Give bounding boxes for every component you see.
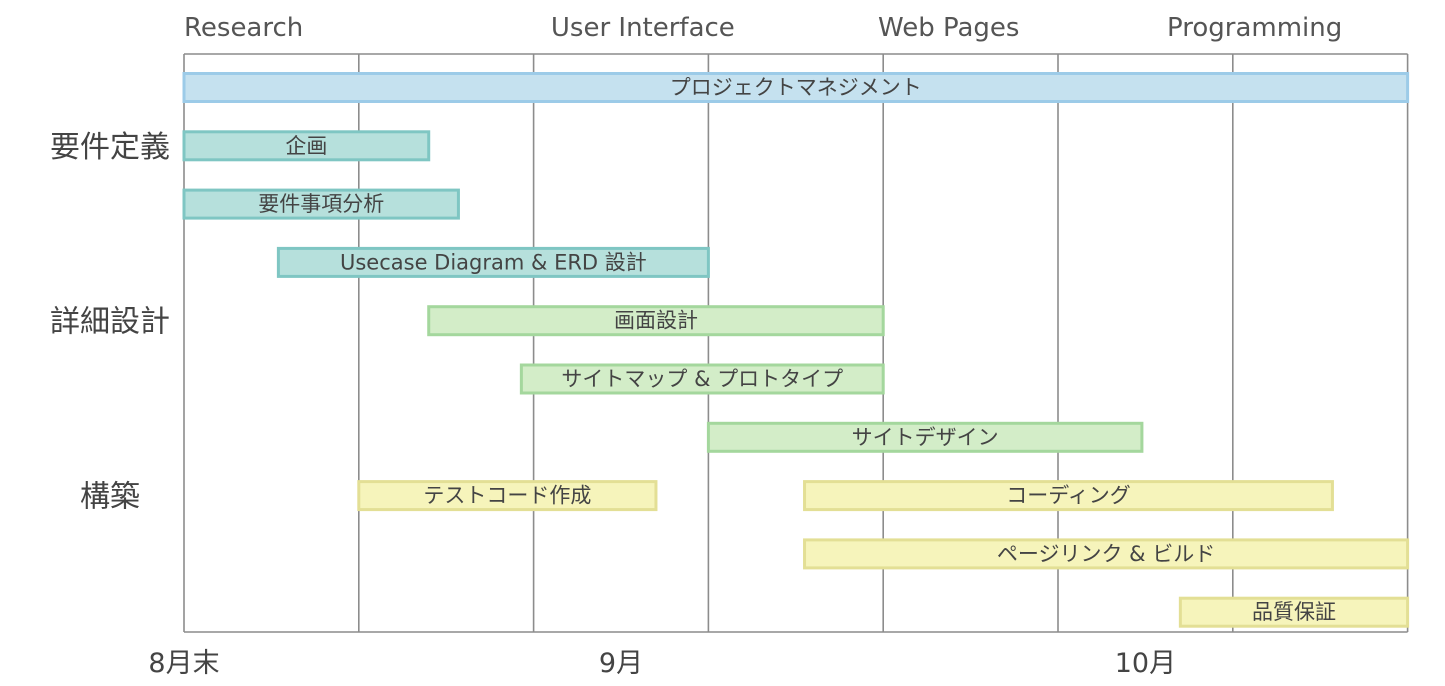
phase-label: Web Pages: [878, 13, 1019, 43]
task-label: ページリンク & ビルド: [997, 542, 1215, 566]
task-label: テストコード作成: [423, 484, 591, 508]
group-label: 要件定義: [50, 130, 170, 165]
group-label: 詳細設計: [50, 305, 170, 340]
task-label: Usecase Diagram & ERD 設計: [340, 250, 647, 274]
gantt-chart: Research User Interface Web Pages Programmi…: [50, 13, 1410, 679]
task-bars: プロジェクトマネジメント企画要件事項分析 Usecase Diagram & ER…: [182, 72, 1410, 628]
date-label: 8月末: [148, 648, 219, 679]
date-label: 10月: [1115, 648, 1176, 679]
task-label: 要件事項分析: [258, 192, 384, 216]
date-labels: 8月末 9月 10月: [148, 648, 1176, 679]
task-label: 品質保証: [1252, 600, 1336, 624]
group-labels: 要件定義詳細設計構築: [50, 130, 170, 515]
date-label: 9月: [599, 648, 643, 679]
task-label: 画面設計: [614, 309, 698, 333]
phase-label: Research: [184, 13, 303, 43]
group-label: 構築: [80, 480, 140, 515]
task-label: コーディング: [1006, 484, 1131, 508]
phase-labels: Research User Interface Web Pages Programmi…: [184, 13, 1342, 43]
task-label: プロジェクトマネジメント: [670, 76, 922, 100]
phase-label: Programming: [1167, 13, 1342, 43]
task-label: サイトデザイン: [852, 425, 999, 449]
phase-label: User Interface: [551, 13, 735, 43]
task-label: サイトマップ & プロトタイプ: [561, 367, 843, 391]
task-label: 企画: [285, 134, 327, 158]
